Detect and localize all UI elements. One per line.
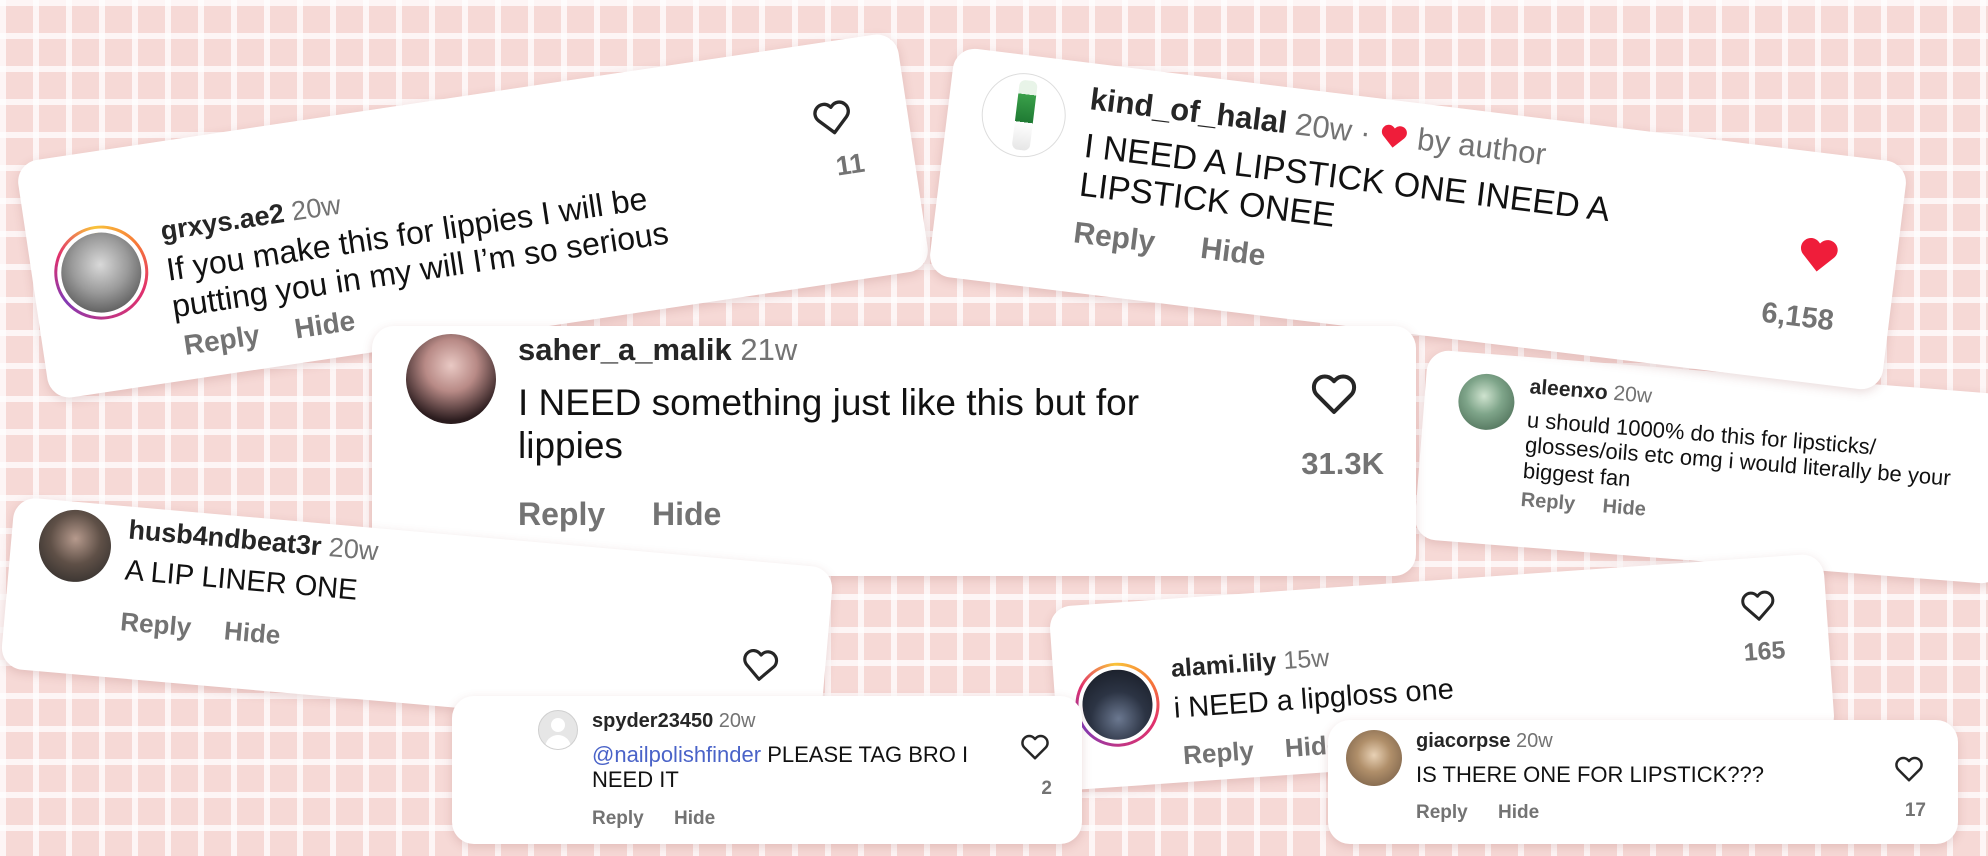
comment-username[interactable]: aleenxo 20w	[1529, 375, 1653, 409]
comment-card: spyder23450 20w @nailpolishfinder PLEASE…	[452, 696, 1082, 844]
like-count: 165	[1742, 636, 1787, 667]
reply-button[interactable]: Reply	[1520, 489, 1576, 516]
hide-button[interactable]: Hide	[292, 305, 357, 346]
avatar[interactable]	[47, 219, 155, 326]
comment-card: saher_a_malik 21w I NEED something just …	[372, 326, 1416, 576]
reply-button[interactable]: Reply	[119, 606, 192, 643]
comment-timestamp: 20w	[327, 532, 380, 567]
avatar[interactable]	[1456, 371, 1517, 432]
comment-text: u should 1000% do this for lipsticks/ gl…	[1522, 407, 1952, 491]
comment-username[interactable]: alami.lily 15w	[1170, 644, 1330, 684]
hide-button[interactable]: Hide	[674, 808, 715, 830]
comment-timestamp: 20w	[1516, 730, 1553, 752]
comment-card: giacorpse 20w IS THERE ONE FOR LIPSTICK?…	[1328, 720, 1958, 844]
reply-button[interactable]: Reply	[592, 808, 644, 830]
heart-outline-icon[interactable]	[740, 645, 781, 686]
heart-filled-icon[interactable]	[1794, 231, 1843, 280]
comment-text: IS THERE ONE FOR LIPSTICK???	[1416, 762, 1765, 787]
like-count: 11	[833, 147, 867, 182]
hide-button[interactable]: Hide	[1199, 232, 1268, 274]
comment-timestamp: 20w	[289, 189, 343, 227]
heart-outline-icon[interactable]	[1894, 754, 1924, 784]
comment-username[interactable]: saher_a_malik 21w	[518, 332, 797, 368]
comment-text: @nailpolishfinder PLEASE TAG BRO I NEED …	[592, 742, 969, 793]
comment-timestamp: 20w	[1612, 381, 1653, 408]
heart-outline-icon[interactable]	[1739, 587, 1777, 625]
avatar[interactable]	[406, 334, 496, 424]
comment-text: If you make this for lippies I will be p…	[163, 180, 671, 325]
heart-filled-icon	[1382, 124, 1408, 148]
heart-outline-icon[interactable]	[1020, 732, 1050, 762]
avatar[interactable]	[538, 710, 578, 750]
heart-outline-icon[interactable]	[810, 95, 855, 140]
reply-button[interactable]: Reply	[182, 319, 262, 362]
hide-button[interactable]: Hide	[223, 615, 282, 651]
comment-username[interactable]: spyder23450 20w	[592, 710, 755, 733]
hide-button[interactable]: Hide	[1498, 802, 1539, 824]
avatar[interactable]	[976, 68, 1071, 162]
comment-username[interactable]: giacorpse 20w	[1416, 730, 1553, 753]
like-count: 31.3K	[1301, 446, 1384, 481]
avatar[interactable]	[1346, 730, 1402, 786]
like-count: 17	[1904, 800, 1926, 821]
reply-button[interactable]: Reply	[1416, 802, 1468, 824]
comment-card: aleenxo 20w u should 1000% do this for l…	[1413, 349, 1988, 585]
comment-text: I NEED something just like this but for …	[518, 382, 1140, 466]
comment-timestamp: 20w	[718, 710, 756, 732]
avatar[interactable]	[1072, 659, 1163, 750]
like-count: 2	[1041, 778, 1052, 799]
reply-button[interactable]: Reply	[518, 496, 605, 533]
by-author-label: by author	[1415, 121, 1548, 172]
reply-button[interactable]: Reply	[1182, 735, 1255, 771]
hide-button[interactable]: Hide	[652, 496, 721, 533]
heart-outline-icon[interactable]	[1310, 370, 1358, 418]
reply-button[interactable]: Reply	[1072, 216, 1157, 260]
like-count: 6,158	[1759, 296, 1836, 338]
avatar[interactable]	[35, 506, 114, 585]
comment-timestamp: 20w ·	[1293, 106, 1373, 151]
comment-timestamp: 21w	[740, 332, 798, 367]
comment-timestamp: 15w	[1282, 643, 1331, 676]
hide-button[interactable]: Hide	[1602, 495, 1647, 521]
mention-link[interactable]: @nailpolishfinder	[592, 742, 761, 767]
